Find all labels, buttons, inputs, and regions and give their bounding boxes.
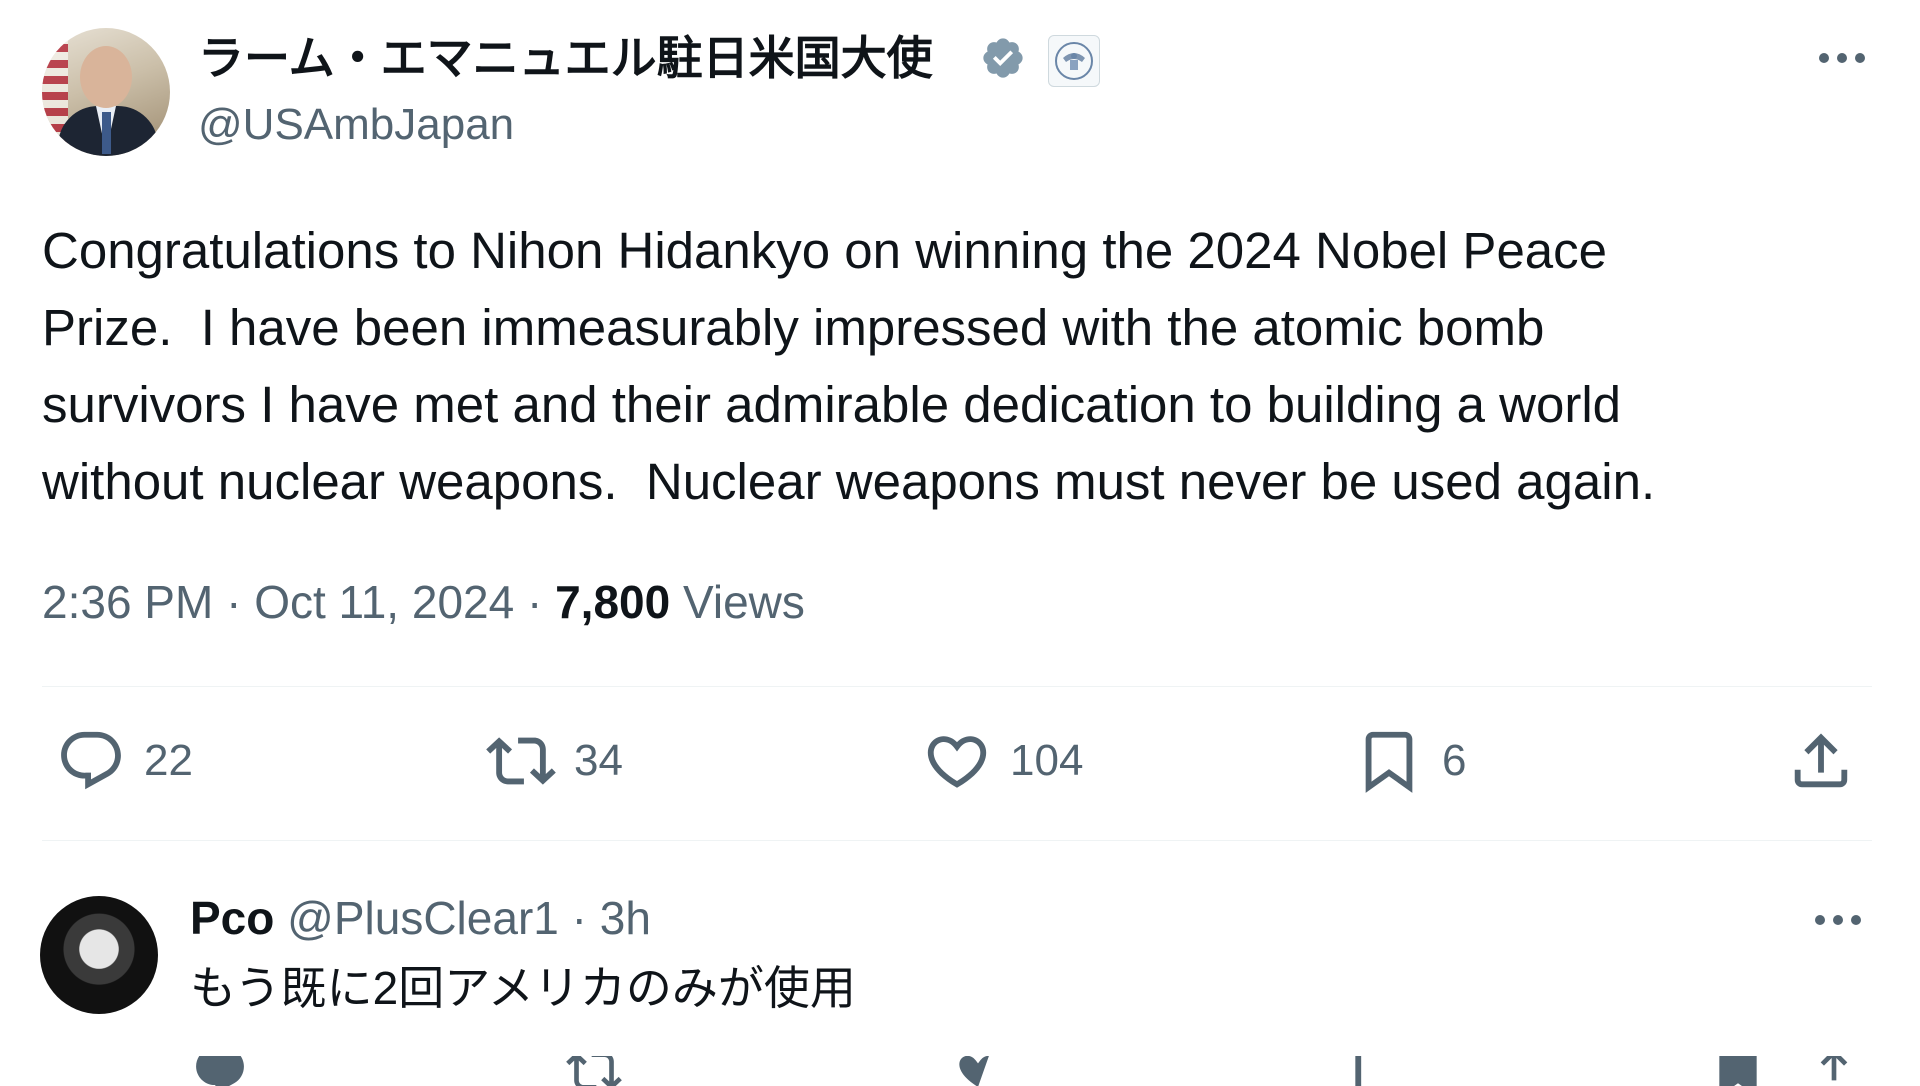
retweet-icon	[566, 1056, 622, 1086]
reply-reply-button[interactable]	[192, 1056, 248, 1086]
meta-separator: ·	[571, 892, 587, 944]
reply-bookmark-button[interactable]	[1710, 1056, 1766, 1086]
author-name[interactable]: ラーム・エマニュエル駐日米国大使	[198, 28, 933, 88]
share-button[interactable]	[1786, 726, 1856, 796]
more-icon[interactable]	[1808, 900, 1868, 940]
author-handle[interactable]: @USAmbJapan	[198, 98, 514, 152]
views-label: Views	[683, 576, 805, 628]
reply-button[interactable]: 22	[56, 726, 193, 796]
divider	[42, 686, 1872, 687]
reply-views-button[interactable]	[1332, 1056, 1388, 1086]
meta-separator: ·	[526, 576, 543, 628]
share-icon	[1794, 733, 1848, 788]
tweet-date[interactable]: Oct 11, 2024	[254, 576, 514, 628]
reply-retweet-button[interactable]	[566, 1056, 622, 1086]
author-avatar[interactable]	[42, 28, 170, 156]
like-icon	[927, 736, 987, 788]
divider	[42, 840, 1872, 841]
reply-header: Pco @PlusClear1 · 3h	[190, 888, 651, 948]
like-count: 104	[1010, 736, 1084, 785]
reply-text: もう既に2回アメリカのみが使用	[190, 962, 856, 1014]
retweet-button[interactable]: 34	[486, 726, 623, 796]
gov-seal-icon	[1048, 35, 1100, 87]
bookmark-icon	[1719, 1056, 1757, 1086]
retweet-count: 34	[574, 736, 623, 785]
more-icon[interactable]	[1812, 38, 1872, 78]
reply-time[interactable]: 3h	[600, 892, 651, 944]
reply-icon	[61, 731, 121, 790]
bookmark-button[interactable]: 6	[1354, 726, 1466, 796]
reply-share-button[interactable]	[1806, 1056, 1862, 1086]
like-icon	[959, 1056, 989, 1086]
reply-author-handle[interactable]: @PlusClear1	[287, 892, 559, 944]
retweet-icon	[486, 737, 556, 785]
reply-author-avatar[interactable]	[40, 896, 158, 1014]
like-button[interactable]: 104	[922, 726, 1083, 796]
reply-like-button[interactable]	[950, 1056, 1006, 1086]
tweet-text: Congratulations to Nihon Hidankyo on win…	[42, 222, 1656, 510]
meta-separator: ·	[226, 576, 242, 628]
tweet-time[interactable]: 2:36 PM	[42, 576, 213, 628]
reply-icon	[196, 1056, 244, 1086]
reply-author-name[interactable]: Pco	[190, 892, 274, 944]
reply-count: 22	[144, 736, 193, 785]
views-icon	[1355, 1056, 1362, 1086]
verified-badge-icon[interactable]	[980, 35, 1026, 81]
views-count: 7,800	[555, 576, 671, 628]
bookmark-icon	[1365, 731, 1413, 793]
share-icon	[1820, 1056, 1848, 1081]
tweet-meta: 2:36 PM · Oct 11, 2024 · 7,800 Views	[42, 572, 805, 632]
bookmark-count: 6	[1442, 736, 1467, 785]
